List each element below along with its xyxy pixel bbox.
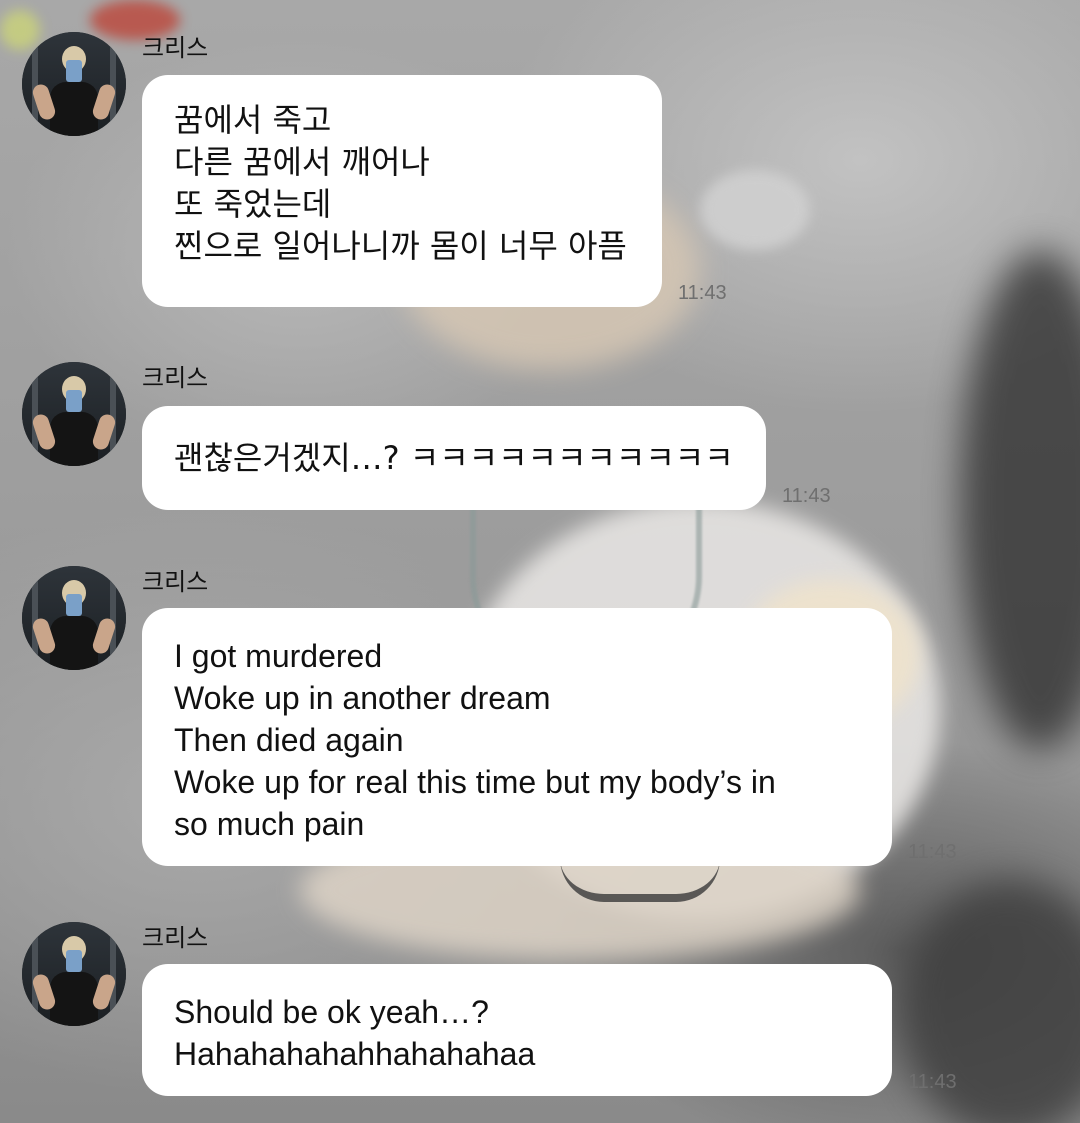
message-bubble[interactable]: 괜찮은거겠지…? ㅋㅋㅋㅋㅋㅋㅋㅋㅋㅋㅋ [142, 406, 766, 510]
message-timestamp: 11:43 [908, 1071, 957, 1093]
message-timestamp: 11:43 [908, 841, 957, 863]
message-text: Should be ok yeah…? [174, 994, 489, 1030]
message-timestamp: 11:43 [782, 485, 831, 507]
sender-name: 크리스 [142, 924, 209, 952]
message-bubble[interactable]: Should be ok yeah…? Hahahahahahhahahahaa [142, 964, 892, 1096]
message-bubble[interactable]: I got murdered Woke up in another dream … [142, 608, 892, 866]
avatar[interactable] [22, 362, 126, 466]
message-text: Hahahahahahhahahahaa [174, 1036, 536, 1072]
message-text: 괜찮은거겠지…? ㅋㅋㅋㅋㅋㅋㅋㅋㅋㅋㅋ [174, 439, 734, 477]
sender-name: 크리스 [142, 364, 209, 392]
message-text: 꿈에서 죽고 [174, 101, 332, 139]
message-text: Then died again [174, 722, 404, 758]
message-text: Woke up for real this time but my body’s… [174, 764, 776, 800]
message-text: I got murdered [174, 638, 383, 674]
avatar[interactable] [22, 32, 126, 136]
sender-name: 크리스 [142, 34, 209, 62]
message-text: Woke up in another dream [174, 680, 551, 716]
message-bubble[interactable]: 꿈에서 죽고 다른 꿈에서 깨어나 또 죽었는데 찐으로 일어나니까 몸이 너무… [142, 75, 662, 307]
avatar[interactable] [22, 566, 126, 670]
message-text: 찐으로 일어나니까 몸이 너무 아픔 [174, 227, 627, 265]
sender-name: 크리스 [142, 568, 209, 596]
message-text: so much pain [174, 806, 365, 842]
message-text: 또 죽었는데 [174, 185, 332, 223]
message-text: 다른 꿈에서 깨어나 [174, 143, 430, 181]
message-timestamp: 11:43 [678, 282, 727, 304]
avatar[interactable] [22, 922, 126, 1026]
